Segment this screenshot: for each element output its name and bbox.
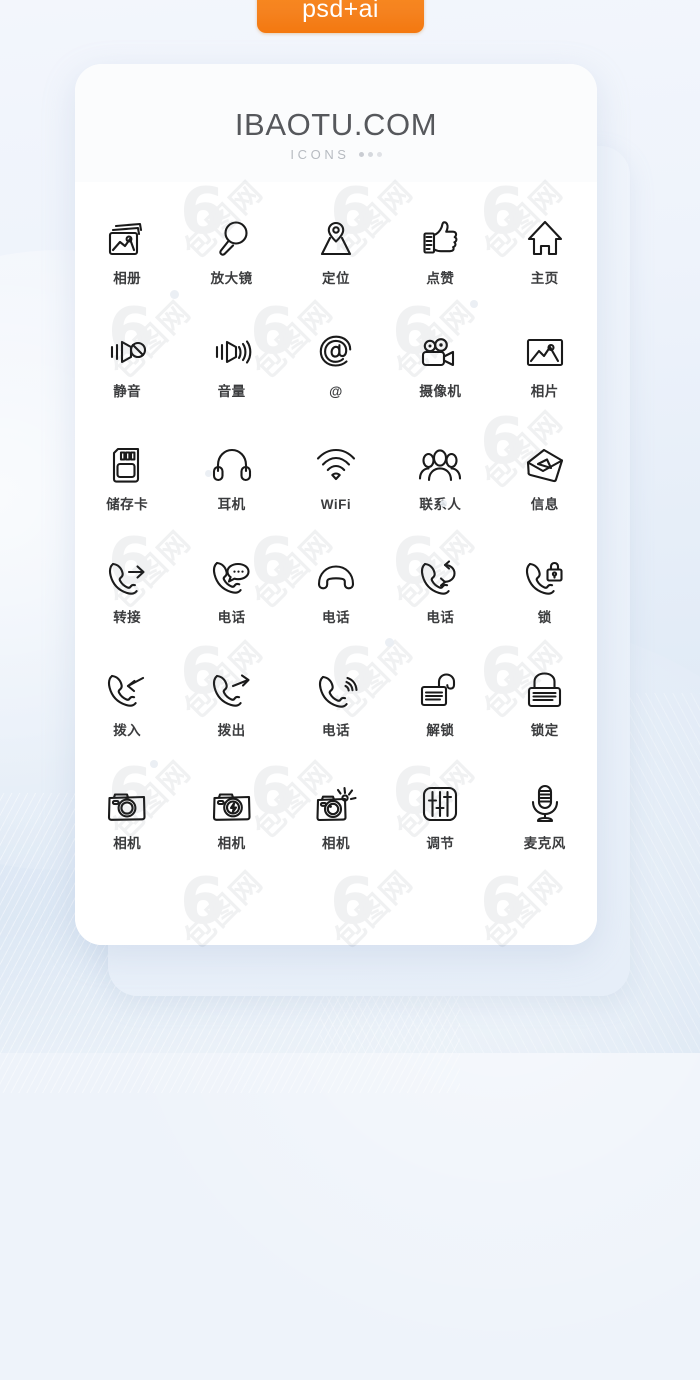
microphone-icon (518, 771, 572, 837)
icon-cell-call-incoming[interactable]: 拨入 (75, 658, 179, 771)
contacts-icon (413, 432, 467, 498)
camera-shutter-icon (309, 771, 363, 837)
album-icon (100, 206, 154, 272)
icon-cell-home[interactable]: 主页 (493, 206, 597, 319)
icon-label: 电话 (321, 723, 350, 738)
icon-cell-unlock[interactable]: 解锁 (388, 658, 492, 771)
page-title: IBAOTU.COM (234, 107, 438, 142)
icon-cell-thumbs-up[interactable]: 点赞 (388, 206, 492, 319)
icon-cell-sliders-adjust[interactable]: 调节 (388, 771, 492, 884)
at-sign-icon (309, 319, 363, 385)
icon-cell-phone-handset[interactable]: 电话 (284, 545, 388, 658)
icon-label: 调节 (426, 836, 455, 851)
icon-cell-volume[interactable]: 音量 (179, 319, 283, 432)
sliders-adjust-icon (413, 771, 467, 837)
icon-label: 主页 (530, 271, 559, 286)
call-outgoing-icon (205, 658, 259, 724)
card-subtitle-text: ICONS (290, 147, 350, 162)
icon-cell-lock-closed[interactable]: 锁定 (493, 658, 597, 771)
icon-label: 相片 (530, 384, 559, 399)
icon-label: 电话 (217, 610, 246, 625)
icon-label: 电话 (321, 610, 350, 625)
icon-label: 相机 (217, 836, 246, 851)
memory-card-icon (100, 432, 154, 498)
phone-ringing-icon (309, 658, 363, 724)
icon-label: 信息 (530, 497, 559, 512)
icon-label: 定位 (321, 271, 350, 286)
icon-cell-magnifier[interactable]: 放大镜 (179, 206, 283, 319)
icon-cell-memory-card[interactable]: 储存卡 (75, 432, 179, 545)
headphones-icon (205, 432, 259, 498)
icon-cell-contacts[interactable]: 联系人 (388, 432, 492, 545)
camera-icon (100, 771, 154, 837)
psd-ai-badge: psd+ai (257, 0, 424, 33)
icon-cell-phone-ringing[interactable]: 电话 (284, 658, 388, 771)
icon-label: 锁 (537, 610, 552, 625)
phone-message-icon (205, 545, 259, 611)
icon-label: 摄像机 (419, 384, 462, 399)
icon-label: 转接 (113, 610, 142, 625)
wifi-icon (309, 432, 363, 498)
icon-label: 解锁 (426, 723, 455, 738)
icon-label: WiFi (320, 497, 352, 512)
icon-label: 联系人 (419, 497, 462, 512)
call-forward-icon (100, 545, 154, 611)
card-subtitle: ICONS (75, 147, 597, 162)
icon-label: 耳机 (217, 497, 246, 512)
icon-label: 音量 (217, 384, 246, 399)
photo-icon (518, 319, 572, 385)
camera-flash-icon (205, 771, 259, 837)
icon-label: @ (329, 384, 343, 399)
phone-refresh-icon (413, 545, 467, 611)
icon-label: 麦克风 (523, 836, 566, 851)
icon-cell-album[interactable]: 相册 (75, 206, 179, 319)
icon-label: 相册 (113, 271, 142, 286)
icon-cell-headphones[interactable]: 耳机 (179, 432, 283, 545)
icon-label: 点赞 (426, 271, 455, 286)
unlock-icon (413, 658, 467, 724)
card-body: 相册 放大镜 定位 点赞 主页 静音 音量 @ 摄像机 相片 储存卡 耳机 Wi… (75, 182, 597, 945)
icon-set-card: IBAOTU.COM ICONS 相册 放大镜 定位 点赞 主页 静音 音量 @… (75, 64, 597, 945)
icon-cell-microphone[interactable]: 麦克风 (493, 771, 597, 884)
icon-cell-at-sign[interactable]: @ (284, 319, 388, 432)
subtitle-dots-icon (358, 152, 382, 157)
icon-cell-phone-message[interactable]: 电话 (179, 545, 283, 658)
mute-icon (100, 319, 154, 385)
icon-label: 拨出 (217, 723, 246, 738)
icon-cell-call-forward[interactable]: 转接 (75, 545, 179, 658)
home-icon (518, 206, 572, 272)
camcorder-icon (413, 319, 467, 385)
phone-handset-icon (309, 545, 363, 611)
icon-grid: 相册 放大镜 定位 点赞 主页 静音 音量 @ 摄像机 相片 储存卡 耳机 Wi… (75, 206, 597, 884)
phone-lock-icon (518, 545, 572, 611)
icon-cell-mute[interactable]: 静音 (75, 319, 179, 432)
icon-label: 锁定 (530, 723, 559, 738)
icon-cell-phone-lock[interactable]: 锁 (493, 545, 597, 658)
icon-label: 静音 (113, 384, 142, 399)
icon-cell-camcorder[interactable]: 摄像机 (388, 319, 492, 432)
call-incoming-icon (100, 658, 154, 724)
icon-cell-camera-flash[interactable]: 相机 (179, 771, 283, 884)
icon-cell-call-outgoing[interactable]: 拨出 (179, 658, 283, 771)
magnifier-icon (205, 206, 259, 272)
icon-cell-phone-refresh[interactable]: 电话 (388, 545, 492, 658)
thumbs-up-icon (413, 206, 467, 272)
icon-cell-camera-shutter[interactable]: 相机 (284, 771, 388, 884)
icon-label: 相机 (113, 836, 142, 851)
icon-label: 相机 (321, 836, 350, 851)
volume-icon (205, 319, 259, 385)
message-envelope-icon (518, 432, 572, 498)
icon-label: 放大镜 (210, 271, 253, 286)
icon-cell-wifi[interactable]: WiFi (284, 432, 388, 545)
card-header: IBAOTU.COM ICONS (75, 64, 597, 182)
location-pin-icon (309, 206, 363, 272)
icon-cell-camera[interactable]: 相机 (75, 771, 179, 884)
icon-label: 电话 (426, 610, 455, 625)
icon-label: 储存卡 (106, 497, 149, 512)
icon-label: 拨入 (113, 723, 142, 738)
icon-cell-message-envelope[interactable]: 信息 (493, 432, 597, 545)
icon-cell-location-pin[interactable]: 定位 (284, 206, 388, 319)
icon-cell-photo[interactable]: 相片 (493, 319, 597, 432)
lock-closed-icon (518, 658, 572, 724)
